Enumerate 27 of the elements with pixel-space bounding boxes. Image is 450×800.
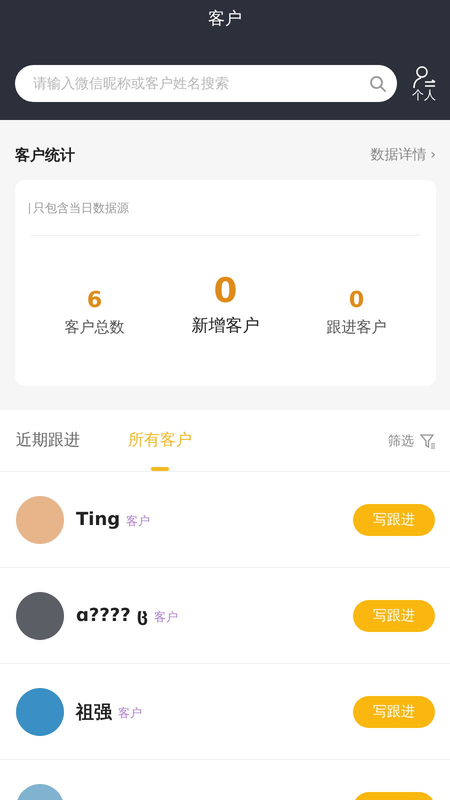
tab[interactable]: 近期跟进 (16, 410, 80, 471)
customer-tag: 客户 (118, 704, 142, 722)
filter-icon (420, 432, 436, 448)
write-follow-up-button[interactable]: 写跟进 (353, 504, 435, 536)
filter-button[interactable]: 筛选 (388, 432, 436, 450)
customer-tag: 客户 (154, 608, 178, 626)
stat-value: 6 (86, 288, 102, 314)
data-details-link[interactable]: 数据详情 › (370, 146, 436, 164)
stat-value: 0 (348, 288, 364, 314)
stat-label: 新增客户 (192, 315, 260, 337)
write-follow-up-button[interactable]: 写跟进 (353, 600, 435, 632)
search-field[interactable]: 请输入微信昵称或客户姓名搜索 (15, 65, 397, 102)
section-title: 客户统计 (15, 146, 75, 164)
write-follow-up-button[interactable]: 写跟进 (353, 696, 435, 728)
customer-name: 祖强 (76, 700, 112, 724)
tab[interactable]: 所有客户 (128, 410, 192, 471)
customer-tag: 客户 (126, 512, 150, 530)
stat-label: 跟进客户 (326, 318, 386, 337)
customer-name: Ting (76, 509, 120, 530)
personal-button[interactable]: 个人 (411, 65, 437, 102)
stat-label: 客户总数 (64, 318, 124, 337)
customer-name: ɑ???? ც (76, 605, 148, 626)
search-icon (369, 75, 387, 93)
note-text: 只包含当日数据源 (33, 200, 129, 217)
stat-value: 0 (214, 272, 238, 310)
page-title: 客户 (208, 8, 242, 30)
person-switch-icon (411, 65, 437, 89)
